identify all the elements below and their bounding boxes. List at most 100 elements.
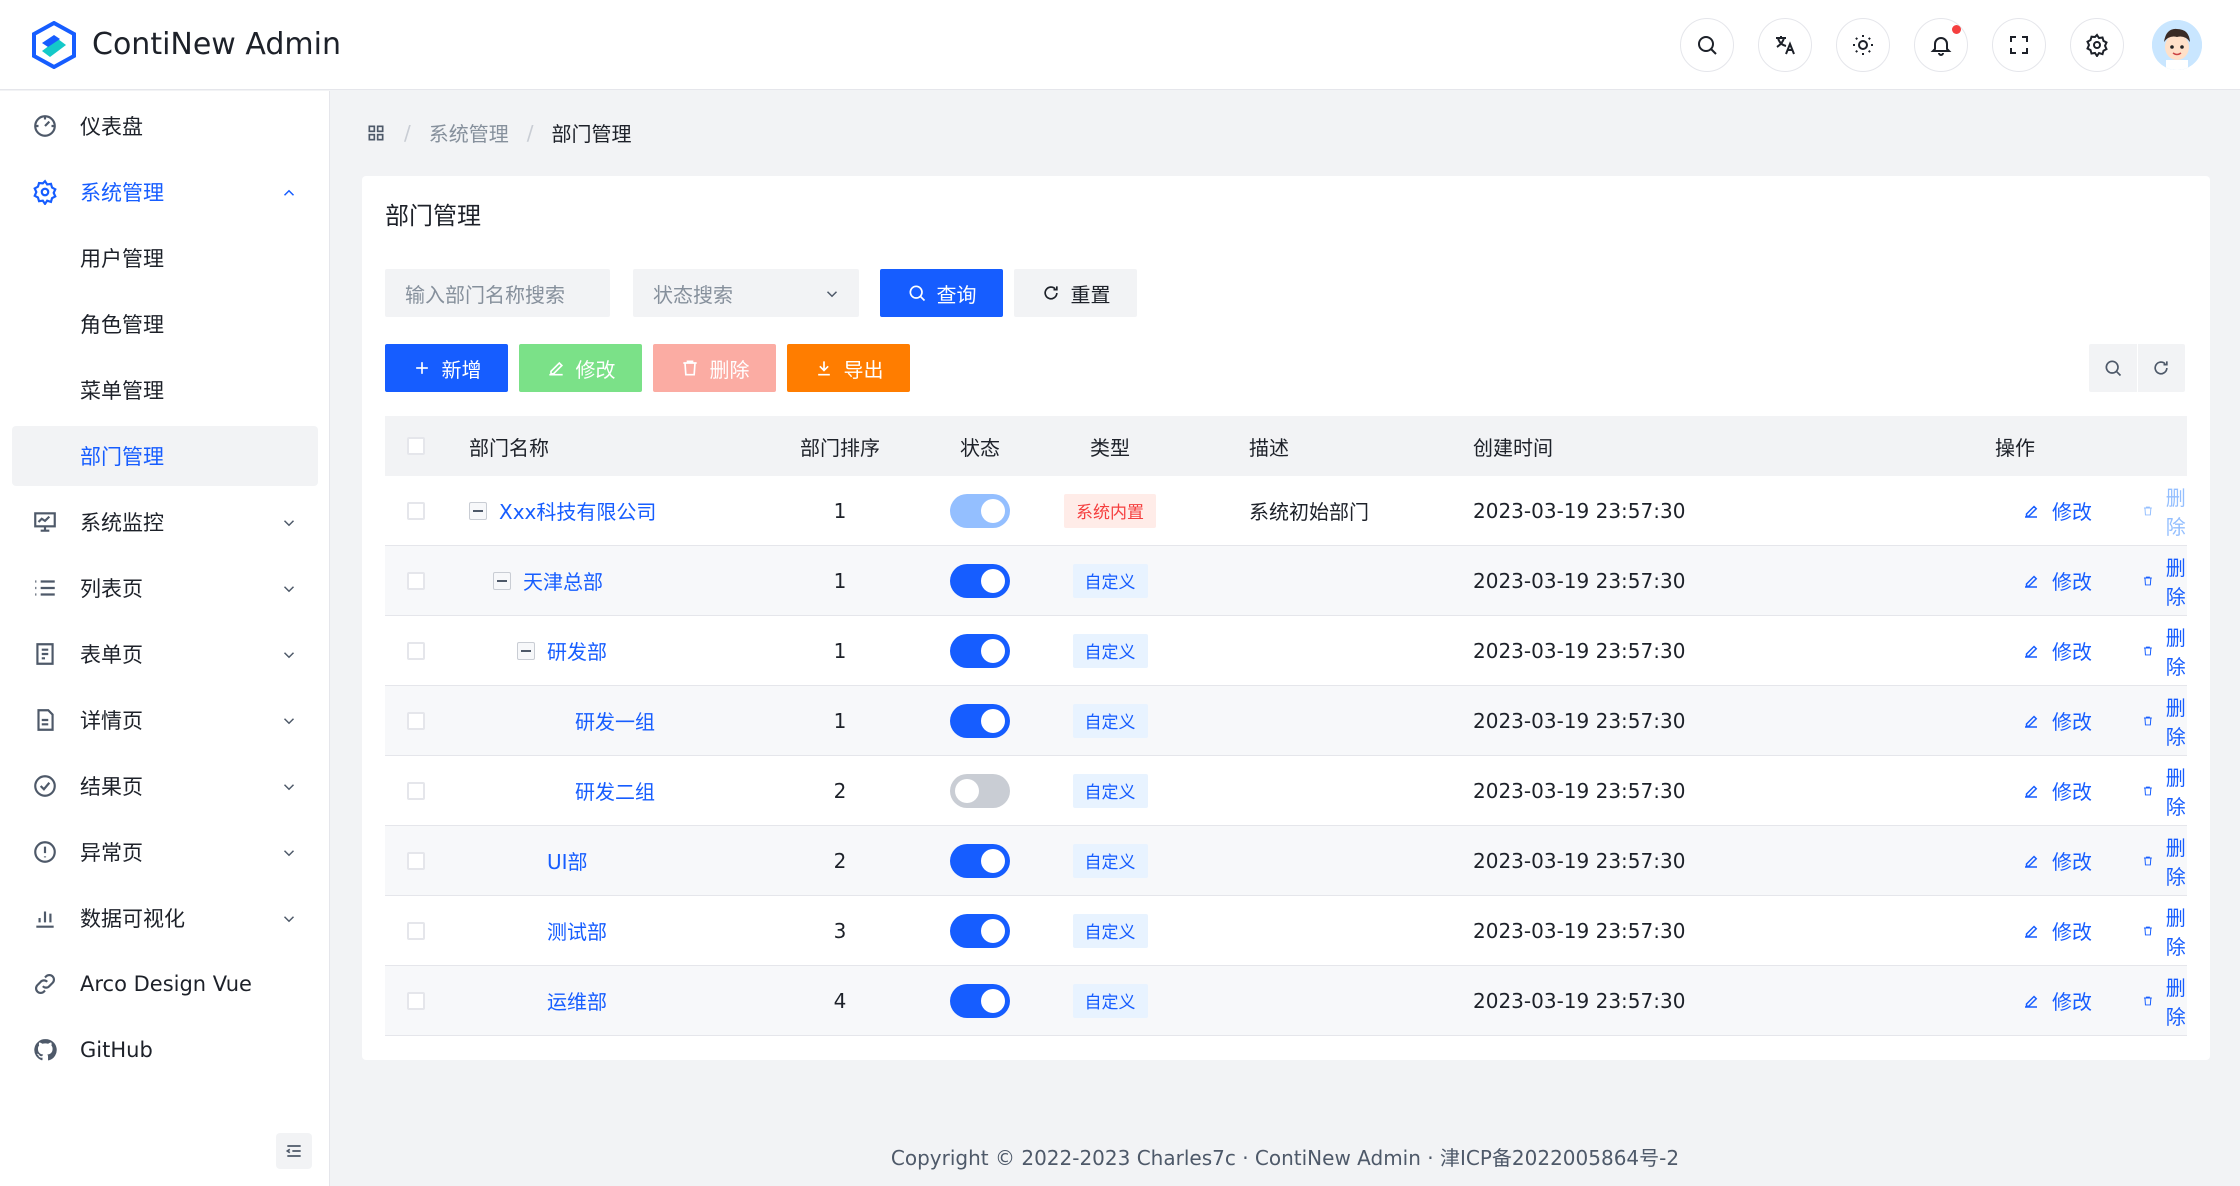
breadcrumb-item-system[interactable]: 系统管理 xyxy=(429,118,509,147)
link-icon xyxy=(32,971,58,997)
row-checkbox[interactable] xyxy=(407,851,425,870)
dept-name-link[interactable]: 研发一组 xyxy=(575,706,655,735)
status-switch[interactable] xyxy=(950,493,1010,528)
logo[interactable]: ContiNew Admin xyxy=(32,20,341,69)
status-switch[interactable] xyxy=(950,703,1010,738)
row-checkbox[interactable] xyxy=(407,781,425,800)
chevron-down-icon xyxy=(280,645,298,663)
apps-icon[interactable] xyxy=(366,123,386,143)
search-button[interactable] xyxy=(1680,18,1734,72)
main-card: 部门管理 输入部门名称搜索 状态搜索 查询 重置 新增 修改 删除 导出 部门名… xyxy=(362,176,2210,1060)
sidebar-item-data-visualization[interactable]: 数据可视化 xyxy=(12,888,318,948)
sidebar-item-dept-management[interactable]: 部门管理 xyxy=(12,426,318,486)
tree-collapse-toggle[interactable] xyxy=(493,571,511,590)
edit-button[interactable]: 修改 xyxy=(519,344,642,392)
row-edit-button[interactable]: 修改 xyxy=(2022,706,2092,735)
status-switch[interactable] xyxy=(950,773,1010,808)
query-label: 查询 xyxy=(936,282,977,307)
chevron-down-icon xyxy=(280,711,298,729)
dept-name-link[interactable]: 测试部 xyxy=(547,916,607,945)
sidebar-item-menu-management[interactable]: 菜单管理 xyxy=(12,360,318,420)
status-switch[interactable] xyxy=(950,913,1010,948)
settings-icon xyxy=(2086,33,2108,57)
notification-button[interactable] xyxy=(1914,18,1968,72)
row-checkbox[interactable] xyxy=(407,571,425,590)
dept-name-link[interactable]: 研发二组 xyxy=(575,776,655,805)
dept-name-link[interactable]: 天津总部 xyxy=(523,566,603,595)
export-label: 导出 xyxy=(843,357,884,382)
search-icon xyxy=(2105,360,2121,377)
sidebar-item-label: Arco Design Vue xyxy=(80,972,252,996)
row-delete-button[interactable]: 删除 xyxy=(2142,552,2192,610)
delete-button[interactable]: 删除 xyxy=(653,344,776,392)
language-button[interactable] xyxy=(1758,18,1812,72)
edit-icon xyxy=(2025,504,2038,518)
theme-toggle-button[interactable] xyxy=(1836,18,1890,72)
toggle-search-button[interactable] xyxy=(2089,344,2137,392)
row-edit-button[interactable]: 修改 xyxy=(2022,986,2092,1015)
status-switch[interactable] xyxy=(950,563,1010,598)
row-checkbox[interactable] xyxy=(407,991,425,1010)
row-delete-button[interactable]: 删除 xyxy=(2142,902,2192,960)
created-time: 2023-03-19 23:57:30 xyxy=(1473,918,1686,943)
dept-name-link[interactable]: 运维部 xyxy=(547,986,607,1015)
edit-icon xyxy=(2025,784,2038,798)
dept-name-link[interactable]: Xxx科技有限公司 xyxy=(499,496,656,525)
reset-button[interactable]: 重置 xyxy=(1014,269,1137,317)
tree-collapse-toggle[interactable] xyxy=(517,641,535,660)
row-checkbox[interactable] xyxy=(407,921,425,940)
row-delete-button[interactable]: 删除 xyxy=(2142,692,2192,750)
row-edit-button[interactable]: 修改 xyxy=(2022,566,2092,595)
sidebar-item-form-page[interactable]: 表单页 xyxy=(12,624,318,684)
table-row: Xxx科技有限公司 1 系统内置 系统初始部门 2023-03-19 23:57:30 修… xyxy=(385,476,2187,546)
status-select[interactable]: 状态搜索 xyxy=(633,269,859,317)
row-edit-button[interactable]: 修改 xyxy=(2022,846,2092,875)
row-checkbox[interactable] xyxy=(407,641,425,660)
sidebar-collapse-button[interactable] xyxy=(276,1133,312,1169)
sidebar-item-github[interactable]: GitHub xyxy=(12,1020,318,1080)
monitor-icon xyxy=(32,509,58,535)
sidebar-item-system-management[interactable]: 系统管理 xyxy=(12,162,318,222)
avatar[interactable] xyxy=(2152,20,2202,70)
status-switch[interactable] xyxy=(950,633,1010,668)
fullscreen-button[interactable] xyxy=(1992,18,2046,72)
select-all-checkbox[interactable] xyxy=(407,437,425,455)
row-edit-button[interactable]: 修改 xyxy=(2022,496,2092,525)
sidebar-item-role-management[interactable]: 角色管理 xyxy=(12,294,318,354)
sidebar-item-system-monitor[interactable]: 系统监控 xyxy=(12,492,318,552)
row-delete-button[interactable]: 删除 xyxy=(2142,482,2192,540)
download-icon xyxy=(817,361,830,376)
translate-icon xyxy=(1776,36,1795,55)
row-edit-label: 修改 xyxy=(2052,850,2092,874)
row-delete-button[interactable]: 删除 xyxy=(2142,832,2192,890)
sidebar-item-dashboard[interactable]: 仪表盘 xyxy=(12,96,318,156)
dept-name-link[interactable]: 研发部 xyxy=(547,636,607,665)
sidebar-item-label: 数据可视化 xyxy=(80,907,185,931)
row-edit-button[interactable]: 修改 xyxy=(2022,636,2092,665)
refresh-button[interactable] xyxy=(2137,344,2185,392)
row-delete-button[interactable]: 删除 xyxy=(2142,972,2192,1030)
export-button[interactable]: 导出 xyxy=(787,344,910,392)
add-button[interactable]: 新增 xyxy=(385,344,508,392)
query-button[interactable]: 查询 xyxy=(880,269,1003,317)
sidebar-item-detail-page[interactable]: 详情页 xyxy=(12,690,318,750)
row-edit-button[interactable]: 修改 xyxy=(2022,776,2092,805)
tree-collapse-toggle[interactable] xyxy=(469,501,487,520)
settings-button[interactable] xyxy=(2070,18,2124,72)
status-switch[interactable] xyxy=(950,843,1010,878)
row-checkbox[interactable] xyxy=(407,501,425,520)
sidebar-item-user-management[interactable]: 用户管理 xyxy=(12,228,318,288)
bar-chart-icon xyxy=(32,905,58,931)
row-checkbox[interactable] xyxy=(407,711,425,730)
sidebar-item-list-page[interactable]: 列表页 xyxy=(12,558,318,618)
row-delete-button[interactable]: 删除 xyxy=(2142,622,2192,680)
sidebar-item-arco-design-vue[interactable]: Arco Design Vue xyxy=(12,954,318,1014)
dept-name-search-input[interactable]: 输入部门名称搜索 xyxy=(385,269,610,317)
sidebar-item-result-page[interactable]: 结果页 xyxy=(12,756,318,816)
status-switch[interactable] xyxy=(950,983,1010,1018)
dept-name-link[interactable]: UI部 xyxy=(547,846,588,875)
sidebar-item-exception-page[interactable]: 异常页 xyxy=(12,822,318,882)
row-edit-button[interactable]: 修改 xyxy=(2022,916,2092,945)
column-header-created: 创建时间 xyxy=(1473,435,1553,460)
row-delete-button[interactable]: 删除 xyxy=(2142,762,2192,820)
